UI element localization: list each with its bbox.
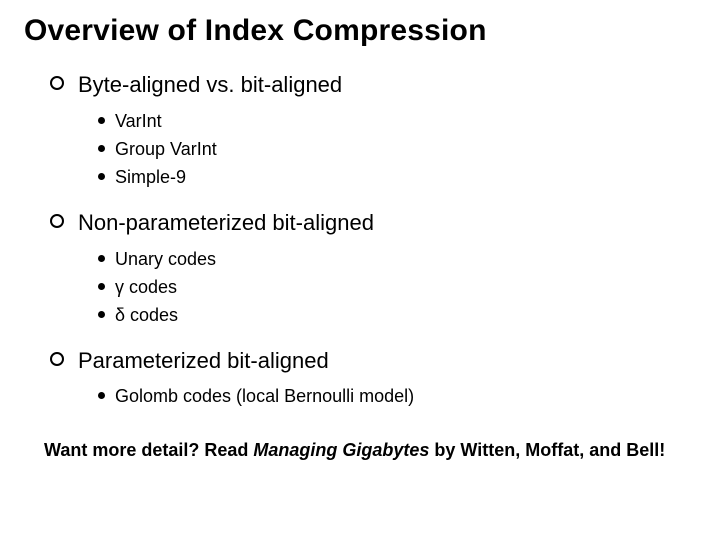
section-3-items: Golomb codes (local Bernoulli model)	[24, 385, 696, 408]
dot-bullet-icon	[98, 173, 105, 180]
list-item: γ codes	[98, 276, 696, 299]
item-text: Golomb codes (local Bernoulli model)	[115, 385, 414, 408]
section-1-items: VarInt Group VarInt Simple-9	[24, 110, 696, 190]
section-1: Byte-aligned vs. bit-aligned	[24, 70, 696, 100]
section-heading: Byte-aligned vs. bit-aligned	[78, 70, 342, 100]
ring-bullet-icon	[50, 352, 64, 366]
footer-suffix: by Witten, Moffat, and Bell!	[429, 440, 665, 460]
page-title: Overview of Index Compression	[24, 14, 696, 48]
section-3: Parameterized bit-aligned	[24, 346, 696, 376]
list-item: Unary codes	[98, 248, 696, 271]
dot-bullet-icon	[98, 392, 105, 399]
ring-bullet-icon	[50, 214, 64, 228]
dot-bullet-icon	[98, 255, 105, 262]
section-heading: Parameterized bit-aligned	[78, 346, 329, 376]
list-item: Golomb codes (local Bernoulli model)	[98, 385, 696, 408]
list-item: δ codes	[98, 304, 696, 327]
ring-bullet-icon	[50, 76, 64, 90]
item-text: Simple-9	[115, 166, 186, 189]
item-text: Unary codes	[115, 248, 216, 271]
item-text: Group VarInt	[115, 138, 217, 161]
footer-prefix: Want more detail? Read	[44, 440, 253, 460]
list-item: Byte-aligned vs. bit-aligned	[50, 70, 696, 100]
list-item: Simple-9	[98, 166, 696, 189]
list-item: Parameterized bit-aligned	[50, 346, 696, 376]
dot-bullet-icon	[98, 283, 105, 290]
item-text: γ codes	[115, 276, 177, 299]
section-2: Non-parameterized bit-aligned	[24, 208, 696, 238]
section-2-items: Unary codes γ codes δ codes	[24, 248, 696, 328]
list-item: Group VarInt	[98, 138, 696, 161]
section-heading: Non-parameterized bit-aligned	[78, 208, 374, 238]
item-text: δ codes	[115, 304, 178, 327]
item-text: VarInt	[115, 110, 162, 133]
dot-bullet-icon	[98, 311, 105, 318]
footer-book-title: Managing Gigabytes	[253, 440, 429, 460]
footer-note: Want more detail? Read Managing Gigabyte…	[44, 440, 696, 461]
list-item: VarInt	[98, 110, 696, 133]
list-item: Non-parameterized bit-aligned	[50, 208, 696, 238]
slide: Overview of Index Compression Byte-align…	[0, 0, 720, 540]
dot-bullet-icon	[98, 117, 105, 124]
dot-bullet-icon	[98, 145, 105, 152]
